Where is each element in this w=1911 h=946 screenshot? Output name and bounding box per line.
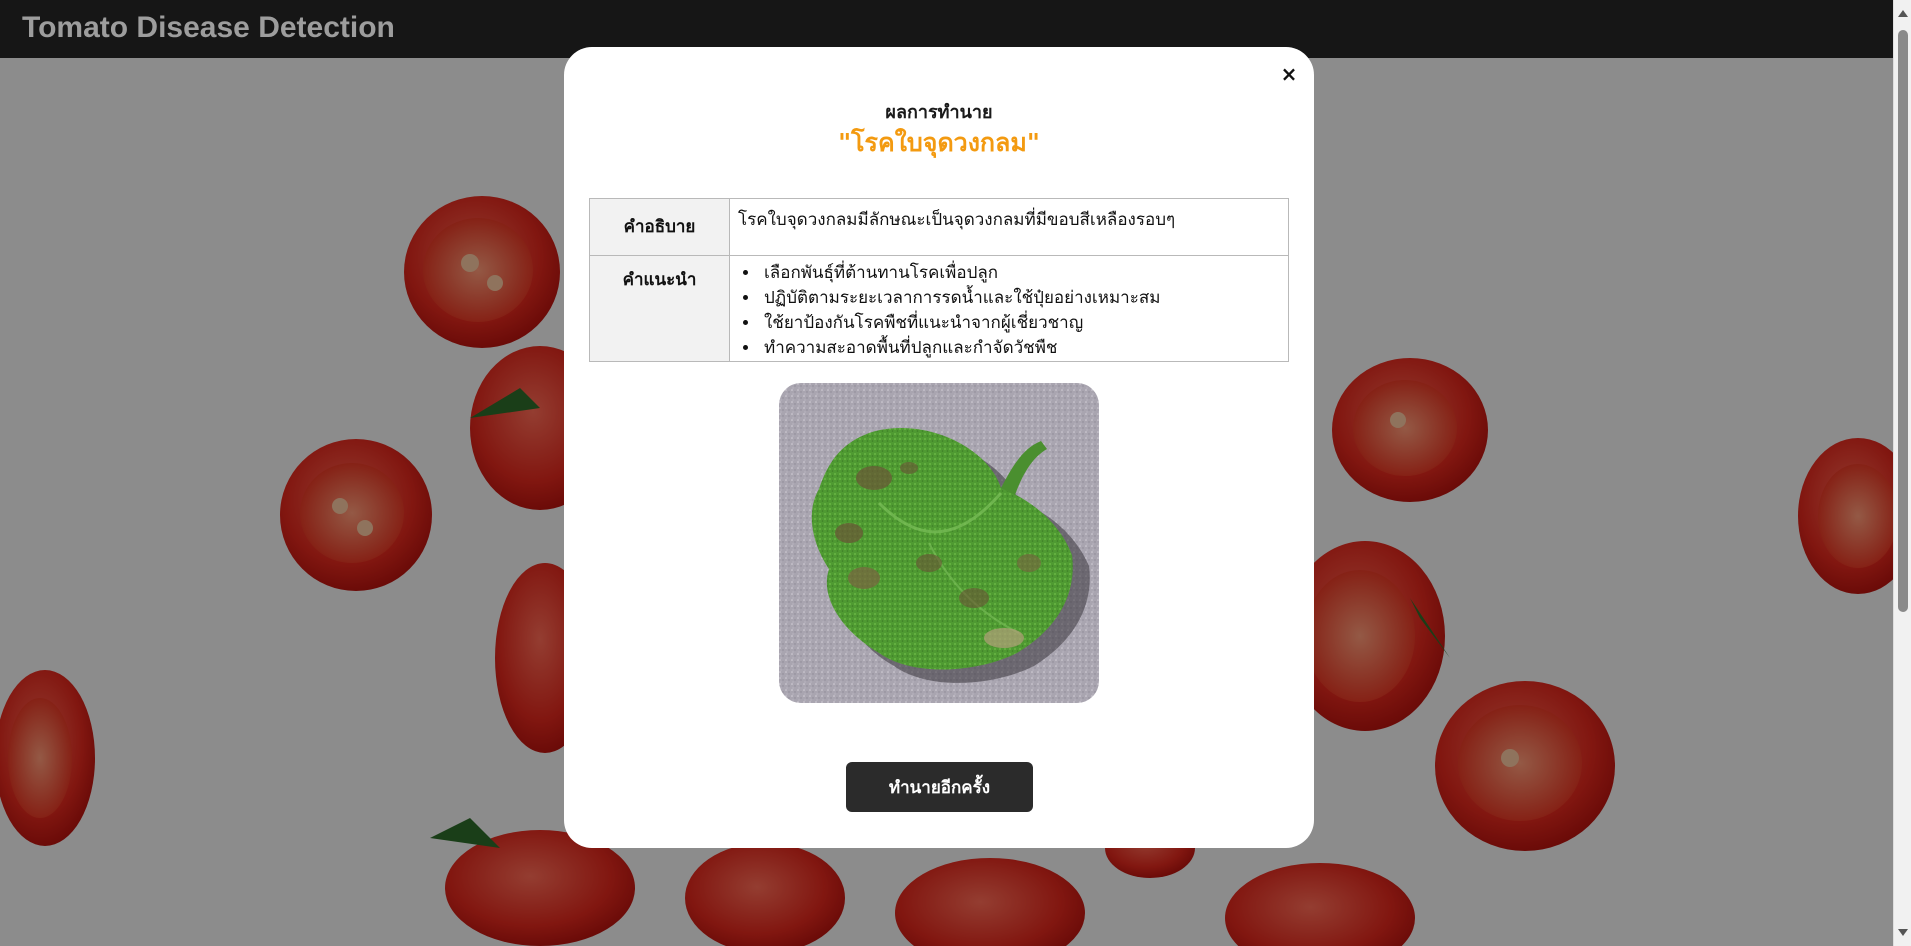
uploaded-leaf-image [779,383,1099,703]
scrollbar-thumb[interactable] [1898,30,1908,612]
leaf-photo [779,383,1099,703]
predicted-disease: "โรคใบจุดวงกลม" [838,128,1040,157]
list-item: ใช้ยาป้องกันโรคพืชที่แนะนำจากผู้เชี่ยวชา… [760,311,1280,336]
disease-info-table: คำอธิบาย โรคใบจุดวงกลมมีลักษณะเป็นจุดวงก… [589,198,1289,362]
scroll-up-icon[interactable] [1898,10,1908,17]
description-text: โรคใบจุดวงกลมมีลักษณะเป็นจุดวงกลมที่มีขอ… [729,198,1289,256]
list-item: ปฏิบัติตามระยะเวลาการรดน้ำและใช้ปุ๋ยอย่า… [760,286,1280,311]
scroll-down-icon[interactable] [1898,929,1908,936]
description-row: คำอธิบาย โรคใบจุดวงกลมมีลักษณะเป็นจุดวงก… [589,198,1289,256]
close-icon[interactable]: × [1276,61,1302,87]
recommendation-row: คำแนะนำ เลือกพันธุ์ที่ต้านทานโรคเพื่อปลู… [589,255,1289,362]
description-header: คำอธิบาย [589,198,730,256]
recommendation-header: คำแนะนำ [589,255,730,362]
list-item: ทำความสะอาดพื้นที่ปลูกและกำจัดวัชพืช [760,336,1280,361]
recommendation-cell: เลือกพันธุ์ที่ต้านทานโรคเพื่อปลูก ปฏิบัต… [729,255,1289,362]
app-title: Tomato Disease Detection [22,11,395,44]
list-item: เลือกพันธุ์ที่ต้านทานโรคเพื่อปลูก [760,261,1280,286]
modal-heading: ผลการทำนาย [885,102,993,123]
prediction-result-modal: × ผลการทำนาย "โรคใบจุดวงกลม" คำอธิบาย โร… [564,47,1314,848]
predict-again-button[interactable]: ทำนายอีกครั้ง [846,762,1033,812]
page-scrollbar[interactable] [1893,0,1911,946]
recommendation-list: เลือกพันธุ์ที่ต้านทานโรคเพื่อปลูก ปฏิบัต… [738,261,1280,361]
